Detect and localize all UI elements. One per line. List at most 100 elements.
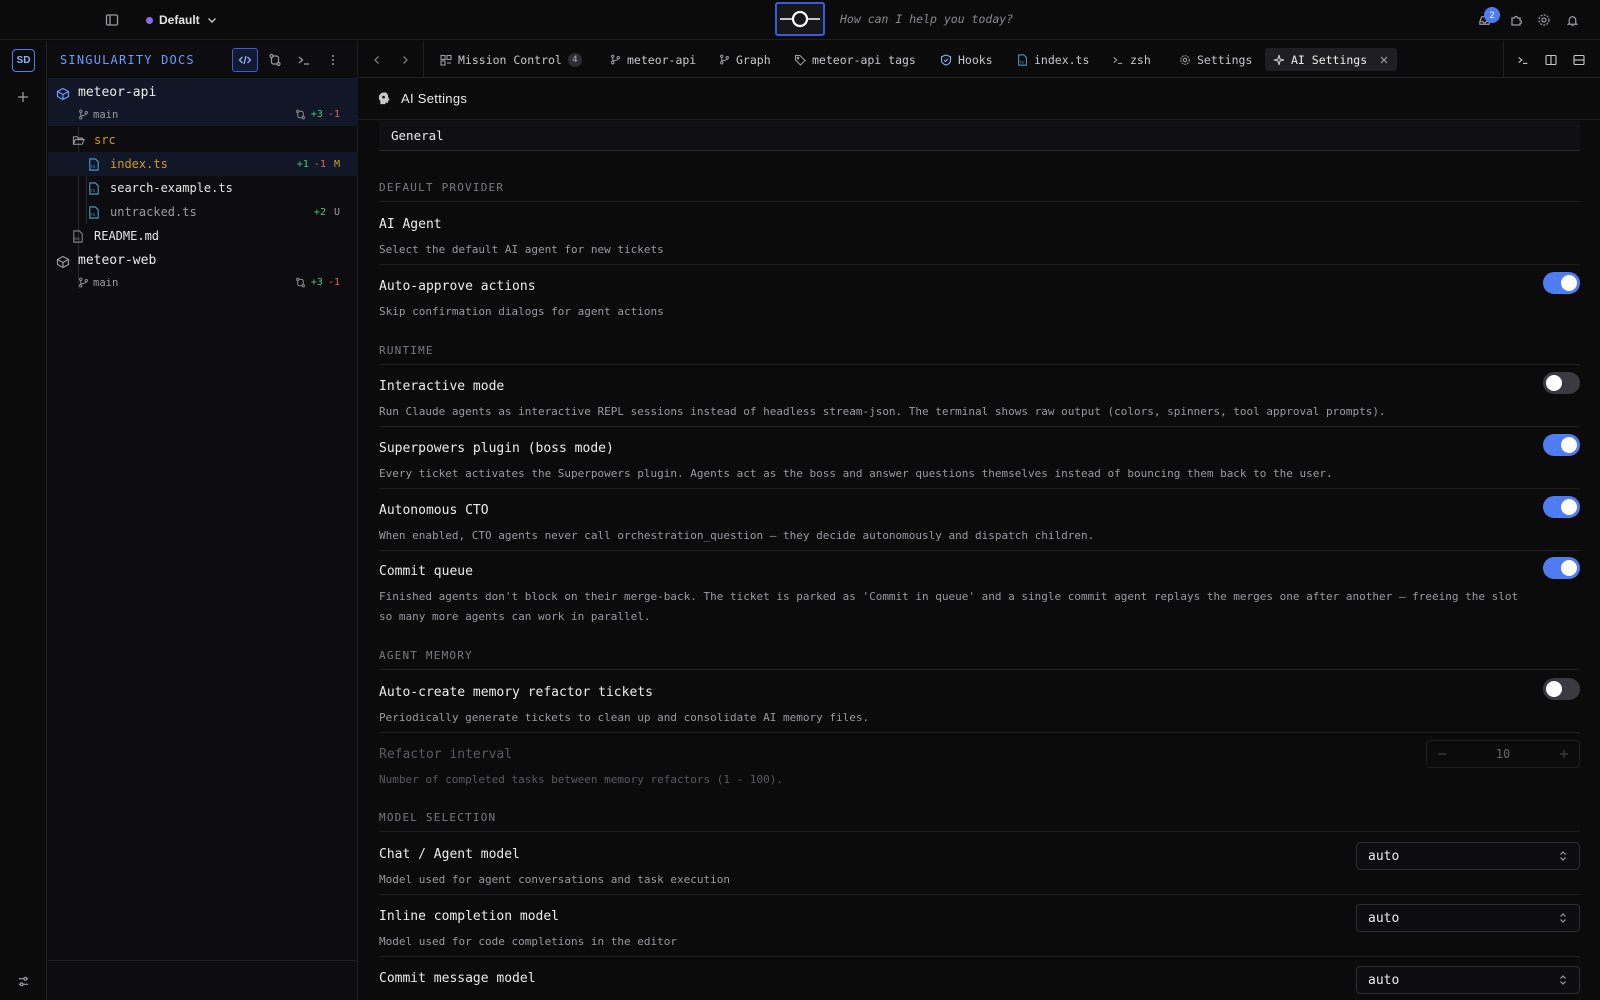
file-name: search-example.ts [110, 181, 233, 195]
setting-inline-model: Inline completion model Model used for c… [379, 904, 1580, 952]
inline-model-select[interactable]: auto [1356, 904, 1580, 932]
setting-title: Superpowers plugin (boss mode) [379, 441, 614, 456]
tab-meteor-api[interactable]: meteor-api [602, 48, 704, 71]
workspace-selector[interactable]: Default [146, 10, 218, 30]
tab-zsh[interactable]: zsh [1104, 48, 1159, 71]
back-button[interactable] [367, 50, 387, 70]
tab-general[interactable]: General [379, 121, 1580, 151]
memory-refactor-toggle[interactable] [1543, 678, 1580, 700]
tab-meteor-api-tags[interactable]: meteor-api tags [786, 48, 924, 71]
tab-label: meteor-api tags [812, 52, 916, 67]
setting-description: Periodically generate tickets to clean u… [379, 711, 870, 724]
interactive-mode-toggle[interactable] [1543, 372, 1580, 394]
minus-icon[interactable] [1437, 749, 1447, 759]
tab-settings[interactable]: Settings [1171, 48, 1260, 71]
setting-commit-queue: Commit queue Finished agents don't block… [379, 557, 1580, 627]
split-vertical-button[interactable] [1541, 50, 1561, 70]
page-title: AI Settings [401, 91, 468, 106]
extensions-button[interactable] [1506, 10, 1526, 30]
commit-model-select[interactable]: auto [1356, 966, 1580, 994]
chevron-right-icon [403, 56, 408, 64]
svg-text:TS: TS [90, 189, 96, 193]
code-view-button[interactable] [232, 48, 258, 72]
gear-icon [1538, 14, 1550, 26]
alerts-button[interactable] [1562, 10, 1582, 30]
chevron-updown-icon [1560, 913, 1566, 923]
more-vertical-icon [332, 55, 334, 65]
workspace-avatar[interactable]: SD [12, 49, 35, 72]
tab-label: index.ts [1034, 52, 1090, 67]
chevron-updown-icon [1560, 975, 1566, 985]
package-icon [56, 87, 70, 101]
chat-model-select[interactable]: auto [1356, 842, 1580, 870]
file-name: README.md [94, 229, 160, 243]
file-name: index.ts [110, 157, 168, 171]
chevron-down-icon [207, 18, 216, 23]
setting-interactive-mode: Interactive mode Run Claude agents as in… [379, 372, 1580, 422]
file-row-readme[interactable]: MD README.md [48, 224, 358, 248]
open-terminal-button[interactable] [1513, 50, 1533, 70]
select-value: auto [1368, 972, 1400, 988]
file-sidebar: SINGULARITY DOCS meteor-api main +3 -1 s… [48, 41, 358, 1000]
branch-icon [79, 109, 88, 120]
setting-title: Refactor interval [379, 747, 513, 762]
refactor-interval-stepper[interactable]: 10 [1426, 740, 1580, 768]
tab-hooks[interactable]: Hooks [932, 48, 1001, 71]
settings-button[interactable] [1534, 10, 1554, 30]
divider [379, 264, 1580, 265]
app-logo[interactable] [775, 2, 825, 36]
tab-index-ts[interactable]: TS index.ts [1009, 48, 1097, 71]
file-icon: TS [1018, 53, 1027, 66]
setting-memory-refactor: Auto-create memory refactor tickets Peri… [379, 678, 1580, 728]
setting-autonomous-cto: Autonomous CTO When enabled, CTO agents … [379, 496, 1580, 546]
setting-title: AI Agent [379, 217, 442, 232]
superpowers-toggle[interactable] [1543, 434, 1580, 456]
repo-diff-stats: +3 -1 [295, 109, 340, 120]
close-icon[interactable] [1379, 55, 1389, 65]
setting-superpowers: Superpowers plugin (boss mode) Every tic… [379, 434, 1580, 484]
add-workspace-button[interactable] [13, 87, 33, 107]
project-title: SINGULARITY DOCS [60, 53, 195, 67]
autonomous-cto-toggle[interactable] [1543, 496, 1580, 518]
commit-queue-toggle[interactable] [1543, 557, 1580, 579]
brain-icon [378, 92, 390, 105]
divider [379, 488, 1580, 489]
sidebar-toggle-button[interactable] [100, 9, 124, 31]
sidebar-footer [48, 960, 358, 1000]
filters-button[interactable] [13, 971, 33, 991]
file-diff-stats: +1 -1 M [297, 159, 340, 170]
branch-name: main [93, 109, 119, 121]
forward-button[interactable] [395, 50, 415, 70]
tab-mission-control[interactable]: Mission Control 4 [432, 48, 590, 71]
svg-text:MD: MD [74, 237, 80, 241]
omnibox-placeholder[interactable]: How can I help you today? [840, 12, 1013, 26]
shield-icon [940, 53, 952, 66]
split-horizontal-button[interactable] [1569, 50, 1589, 70]
plus-icon[interactable] [1559, 749, 1569, 759]
repo-row-meteor-web[interactable]: meteor-web main +3 -1 [48, 248, 358, 296]
repo-diff-stats: +3 -1 [295, 277, 340, 288]
file-row-untracked-ts[interactable]: TS untracked.ts +2 U [48, 200, 358, 224]
terminal-button[interactable] [291, 48, 317, 72]
tab-ai-settings[interactable]: AI Settings [1265, 48, 1398, 71]
chevron-left-icon [374, 56, 379, 64]
lines-added: +2 [313, 206, 326, 218]
pull-requests-button[interactable] [262, 48, 288, 72]
branch-name: main [93, 277, 119, 289]
grid-icon [440, 54, 452, 66]
tab-graph[interactable]: Graph [711, 48, 779, 71]
svg-text:TS: TS [90, 165, 96, 169]
typescript-file-icon: TS [89, 205, 99, 219]
divider [379, 732, 1580, 733]
more-options-button[interactable] [320, 48, 346, 72]
file-row-search-example-ts[interactable]: TS search-example.ts [48, 176, 358, 200]
auto-approve-toggle[interactable] [1543, 272, 1580, 294]
setting-description: Select the default AI agent for new tick… [379, 243, 664, 256]
setting-description: Every ticket activates the Superpowers p… [379, 467, 1333, 480]
repo-row-meteor-api[interactable]: meteor-api main +3 -1 [48, 78, 358, 126]
file-row-index-ts[interactable]: TS index.ts +1 -1 M [48, 152, 358, 176]
tab-divider [423, 41, 424, 78]
select-value: auto [1368, 910, 1400, 926]
folder-row-src[interactable]: src [48, 128, 358, 152]
setting-description: Run Claude agents as interactive REPL se… [379, 405, 1386, 418]
